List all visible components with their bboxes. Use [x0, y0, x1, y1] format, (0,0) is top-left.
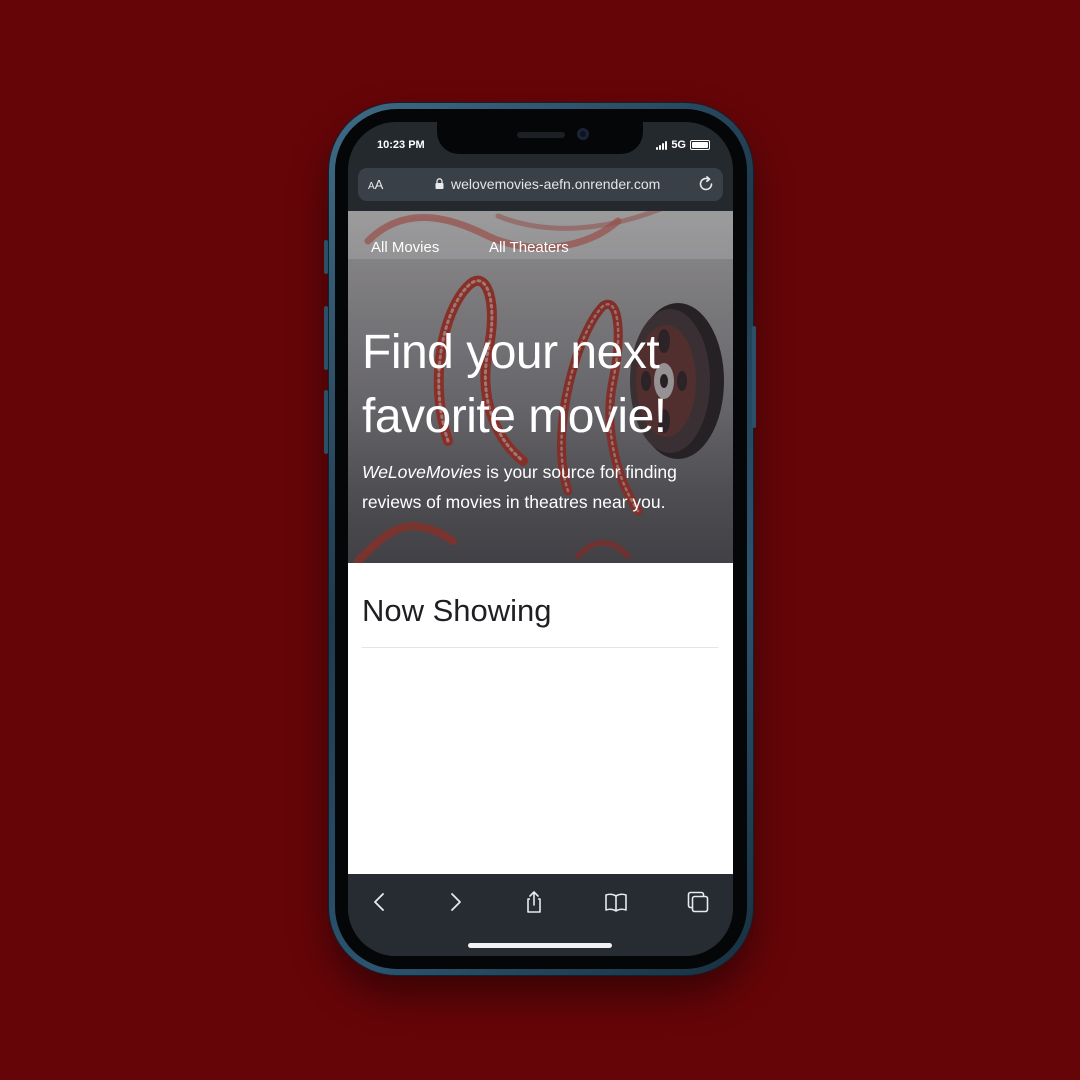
signal-icon — [656, 140, 668, 150]
phone-power-button — [752, 326, 756, 428]
tabs-icon[interactable] — [686, 890, 710, 914]
bookmarks-icon[interactable] — [604, 890, 628, 914]
phone-screen: 10:23 PM 5G AA welovemovies-aefn.onrende… — [348, 122, 733, 956]
home-indicator[interactable] — [468, 943, 612, 948]
nav-all-movies-link[interactable]: All Movies — [371, 239, 439, 256]
phone-volume-up — [324, 306, 328, 370]
network-label: 5G — [671, 139, 686, 151]
front-camera — [577, 128, 589, 140]
section-title: Now Showing — [362, 593, 552, 628]
hero-tagline: WeLoveMovies is your source for finding … — [362, 457, 722, 517]
earpiece-speaker — [517, 132, 565, 138]
hero-headline: Find your next favorite movie! — [362, 326, 667, 443]
text-size-small-label: A — [368, 181, 375, 192]
phone-notch — [437, 122, 643, 154]
web-page: All Movies All Theaters Find your next f… — [348, 211, 733, 874]
share-icon[interactable] — [522, 890, 546, 914]
battery-icon — [690, 140, 710, 150]
nav-all-theaters-link[interactable]: All Theaters — [489, 239, 569, 256]
phone-silent-switch — [324, 240, 328, 274]
address-bar[interactable]: AA welovemovies-aefn.onrender.com — [358, 168, 723, 201]
status-time: 10:23 PM — [377, 139, 425, 151]
phone-volume-down — [324, 390, 328, 454]
text-size-button[interactable]: AA — [368, 177, 383, 192]
browser-toolbar — [348, 874, 733, 956]
lock-icon — [435, 178, 444, 189]
text-size-large-label: A — [374, 177, 384, 192]
brand-name: WeLoveMovies — [362, 462, 482, 482]
forward-icon[interactable] — [443, 890, 467, 914]
back-icon[interactable] — [368, 890, 392, 914]
url-text[interactable]: welovemovies-aefn.onrender.com — [451, 176, 660, 192]
reload-icon[interactable] — [697, 175, 715, 193]
hero-banner: All Movies All Theaters Find your next f… — [348, 211, 733, 563]
section-divider — [362, 647, 718, 648]
